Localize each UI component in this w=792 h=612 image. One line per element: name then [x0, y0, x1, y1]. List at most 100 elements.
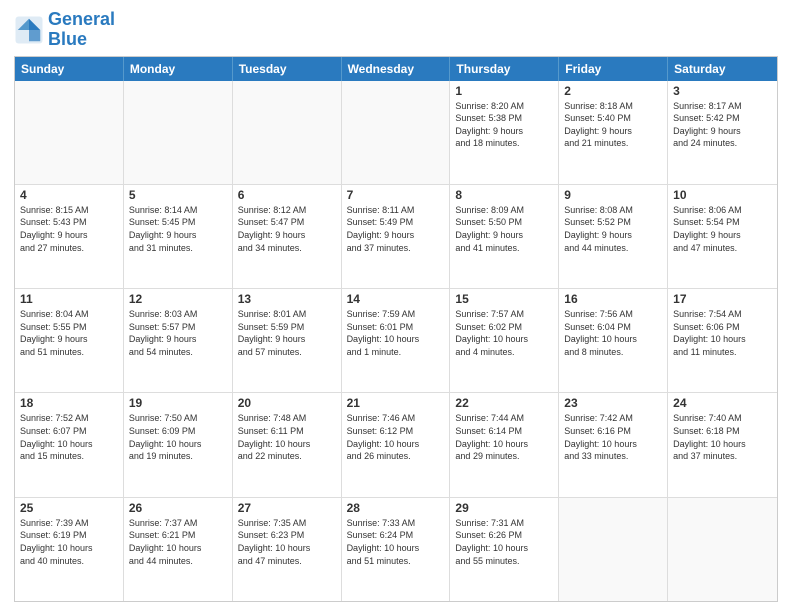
calendar-cell: 18 Sunrise: 7:52 AM Sunset: 6:07 PM Dayli… [15, 393, 124, 496]
day-number: 14 [347, 292, 445, 306]
day-info: Sunrise: 7:33 AM Sunset: 6:24 PM Dayligh… [347, 517, 445, 567]
calendar-cell: 15 Sunrise: 7:57 AM Sunset: 6:02 PM Dayli… [450, 289, 559, 392]
day-info: Sunrise: 7:54 AM Sunset: 6:06 PM Dayligh… [673, 308, 772, 358]
day-number: 27 [238, 501, 336, 515]
day-number: 1 [455, 84, 553, 98]
day-number: 25 [20, 501, 118, 515]
day-info: Sunrise: 7:42 AM Sunset: 6:16 PM Dayligh… [564, 412, 662, 462]
day-number: 20 [238, 396, 336, 410]
calendar-body: 1 Sunrise: 8:20 AM Sunset: 5:38 PM Daylig… [15, 81, 777, 601]
calendar-cell: 22 Sunrise: 7:44 AM Sunset: 6:14 PM Dayli… [450, 393, 559, 496]
header-day-sunday: Sunday [15, 57, 124, 81]
day-number: 5 [129, 188, 227, 202]
calendar-cell: 11 Sunrise: 8:04 AM Sunset: 5:55 PM Dayli… [15, 289, 124, 392]
day-info: Sunrise: 7:44 AM Sunset: 6:14 PM Dayligh… [455, 412, 553, 462]
calendar-cell: 23 Sunrise: 7:42 AM Sunset: 6:16 PM Dayli… [559, 393, 668, 496]
day-number: 15 [455, 292, 553, 306]
calendar-cell: 28 Sunrise: 7:33 AM Sunset: 6:24 PM Dayli… [342, 498, 451, 601]
day-number: 4 [20, 188, 118, 202]
calendar-cell: 4 Sunrise: 8:15 AM Sunset: 5:43 PM Daylig… [15, 185, 124, 288]
calendar-row-2: 4 Sunrise: 8:15 AM Sunset: 5:43 PM Daylig… [15, 184, 777, 288]
header-day-tuesday: Tuesday [233, 57, 342, 81]
day-info: Sunrise: 8:04 AM Sunset: 5:55 PM Dayligh… [20, 308, 118, 358]
day-number: 16 [564, 292, 662, 306]
header-day-thursday: Thursday [450, 57, 559, 81]
calendar: SundayMondayTuesdayWednesdayThursdayFrid… [14, 56, 778, 602]
day-info: Sunrise: 7:35 AM Sunset: 6:23 PM Dayligh… [238, 517, 336, 567]
calendar-cell: 12 Sunrise: 8:03 AM Sunset: 5:57 PM Dayli… [124, 289, 233, 392]
day-info: Sunrise: 7:48 AM Sunset: 6:11 PM Dayligh… [238, 412, 336, 462]
calendar-row-3: 11 Sunrise: 8:04 AM Sunset: 5:55 PM Dayli… [15, 288, 777, 392]
calendar-cell: 3Sunrise: 8:17 AM Sunset: 5:42 PM Daylig… [668, 81, 777, 184]
day-info: Sunrise: 7:40 AM Sunset: 6:18 PM Dayligh… [673, 412, 772, 462]
header-day-saturday: Saturday [668, 57, 777, 81]
logo: General Blue [14, 10, 115, 50]
day-number: 17 [673, 292, 772, 306]
day-info: Sunrise: 7:46 AM Sunset: 6:12 PM Dayligh… [347, 412, 445, 462]
calendar-row-5: 25 Sunrise: 7:39 AM Sunset: 6:19 PM Dayli… [15, 497, 777, 601]
calendar-cell: 27 Sunrise: 7:35 AM Sunset: 6:23 PM Dayli… [233, 498, 342, 601]
calendar-cell [668, 498, 777, 601]
day-number: 22 [455, 396, 553, 410]
day-info: Sunrise: 8:20 AM Sunset: 5:38 PM Dayligh… [455, 100, 553, 150]
calendar-cell: 1 Sunrise: 8:20 AM Sunset: 5:38 PM Daylig… [450, 81, 559, 184]
calendar-cell: 2 Sunrise: 8:18 AM Sunset: 5:40 PM Daylig… [559, 81, 668, 184]
header-day-wednesday: Wednesday [342, 57, 451, 81]
day-number: 26 [129, 501, 227, 515]
day-number: 24 [673, 396, 772, 410]
day-number: 19 [129, 396, 227, 410]
calendar-cell: 6 Sunrise: 8:12 AM Sunset: 5:47 PM Daylig… [233, 185, 342, 288]
calendar-cell: 7 Sunrise: 8:11 AM Sunset: 5:49 PM Daylig… [342, 185, 451, 288]
day-info: Sunrise: 8:15 AM Sunset: 5:43 PM Dayligh… [20, 204, 118, 254]
calendar-cell: 24 Sunrise: 7:40 AM Sunset: 6:18 PM Dayli… [668, 393, 777, 496]
day-info: Sunrise: 8:06 AM Sunset: 5:54 PM Dayligh… [673, 204, 772, 254]
header-day-monday: Monday [124, 57, 233, 81]
day-info: Sunrise: 8:03 AM Sunset: 5:57 PM Dayligh… [129, 308, 227, 358]
day-number: 18 [20, 396, 118, 410]
calendar-row-1: 1 Sunrise: 8:20 AM Sunset: 5:38 PM Daylig… [15, 81, 777, 184]
day-info: Sunrise: 7:37 AM Sunset: 6:21 PM Dayligh… [129, 517, 227, 567]
day-number: 11 [20, 292, 118, 306]
calendar-cell: 14 Sunrise: 7:59 AM Sunset: 6:01 PM Dayli… [342, 289, 451, 392]
day-number: 6 [238, 188, 336, 202]
day-number: 23 [564, 396, 662, 410]
calendar-cell: 10 Sunrise: 8:06 AM Sunset: 5:54 PM Dayli… [668, 185, 777, 288]
day-number: 13 [238, 292, 336, 306]
day-number: 8 [455, 188, 553, 202]
day-info: Sunrise: 8:08 AM Sunset: 5:52 PM Dayligh… [564, 204, 662, 254]
header: General Blue [14, 10, 778, 50]
calendar-cell: 20 Sunrise: 7:48 AM Sunset: 6:11 PM Dayli… [233, 393, 342, 496]
day-info: Sunrise: 7:31 AM Sunset: 6:26 PM Dayligh… [455, 517, 553, 567]
day-number: 21 [347, 396, 445, 410]
day-info: Sunrise: 7:50 AM Sunset: 6:09 PM Dayligh… [129, 412, 227, 462]
calendar-cell: 17 Sunrise: 7:54 AM Sunset: 6:06 PM Dayli… [668, 289, 777, 392]
day-info: Sunrise: 8:09 AM Sunset: 5:50 PM Dayligh… [455, 204, 553, 254]
calendar-cell: 29 Sunrise: 7:31 AM Sunset: 6:26 PM Dayli… [450, 498, 559, 601]
day-info: Sunrise: 7:57 AM Sunset: 6:02 PM Dayligh… [455, 308, 553, 358]
calendar-cell [124, 81, 233, 184]
calendar-cell [233, 81, 342, 184]
calendar-cell: 16 Sunrise: 7:56 AM Sunset: 6:04 PM Dayli… [559, 289, 668, 392]
calendar-cell [559, 498, 668, 601]
day-info: Sunrise: 7:52 AM Sunset: 6:07 PM Dayligh… [20, 412, 118, 462]
calendar-cell [15, 81, 124, 184]
day-info: Sunrise: 8:14 AM Sunset: 5:45 PM Dayligh… [129, 204, 227, 254]
day-info: Sunrise: 7:56 AM Sunset: 6:04 PM Dayligh… [564, 308, 662, 358]
day-info: Sunrise: 8:18 AM Sunset: 5:40 PM Dayligh… [564, 100, 662, 150]
day-number: 28 [347, 501, 445, 515]
day-info: Sunrise: 7:39 AM Sunset: 6:19 PM Dayligh… [20, 517, 118, 567]
day-info: Sunrise: 7:59 AM Sunset: 6:01 PM Dayligh… [347, 308, 445, 358]
calendar-row-4: 18 Sunrise: 7:52 AM Sunset: 6:07 PM Dayli… [15, 392, 777, 496]
day-info: Sunrise: 8:11 AM Sunset: 5:49 PM Dayligh… [347, 204, 445, 254]
day-number: 10 [673, 188, 772, 202]
day-number: 9 [564, 188, 662, 202]
calendar-cell: 26 Sunrise: 7:37 AM Sunset: 6:21 PM Dayli… [124, 498, 233, 601]
calendar-cell: 19 Sunrise: 7:50 AM Sunset: 6:09 PM Dayli… [124, 393, 233, 496]
day-info: Sunrise: 8:17 AM Sunset: 5:42 PM Dayligh… [673, 100, 772, 150]
day-info: Sunrise: 8:12 AM Sunset: 5:47 PM Dayligh… [238, 204, 336, 254]
calendar-cell [342, 81, 451, 184]
day-number: 29 [455, 501, 553, 515]
day-number: 2 [564, 84, 662, 98]
day-number: 12 [129, 292, 227, 306]
day-number: 7 [347, 188, 445, 202]
